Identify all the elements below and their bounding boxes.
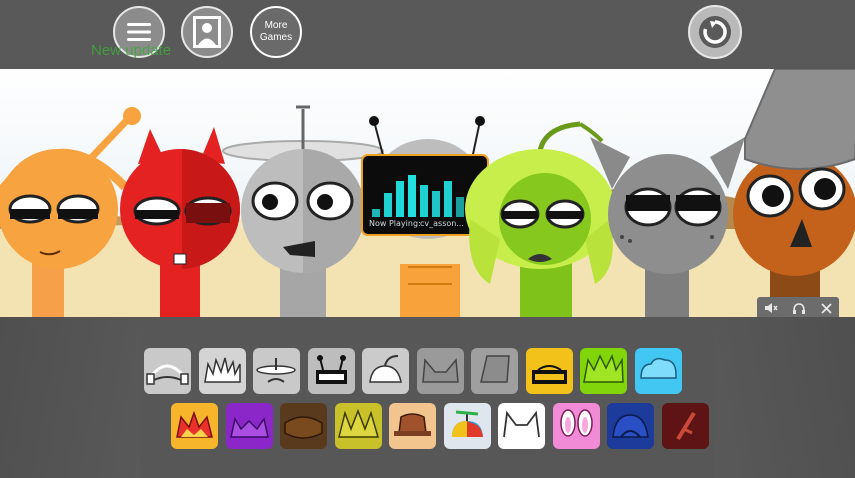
propeller-hat-icon [452, 410, 483, 437]
bunny-ears-icon [560, 409, 593, 437]
brown-hair-icon [284, 416, 323, 439]
sound-tile-yellow[interactable] [526, 348, 573, 394]
game-screen: { "header": { "more_games_line1": "More"… [0, 0, 855, 478]
sound-tile-gray-headphones[interactable] [144, 348, 191, 394]
sound-tile-orange-crown[interactable] [171, 403, 218, 449]
headphones-silhouette-icon [146, 364, 189, 385]
cloud-hat-icon [640, 357, 677, 379]
reset-icon [699, 16, 731, 48]
more-games-label-line1: More [264, 20, 288, 31]
hamburger-menu-icon [127, 23, 151, 41]
yellow-antenna-icon [532, 365, 567, 384]
olive-spiky-icon [338, 408, 379, 438]
more-games-label-line2: Games [259, 32, 293, 43]
reset-button[interactable] [688, 5, 742, 59]
tray-shade-right [715, 317, 855, 478]
spiky-hair-icon [204, 357, 241, 383]
portrait-icon [193, 16, 221, 48]
antenna-icon [316, 355, 347, 384]
purple-horns-icon [230, 417, 269, 438]
leaf-hair-icon [583, 353, 624, 383]
sound-tile-gray-cat-ears[interactable] [417, 348, 464, 394]
crown-icon [176, 410, 213, 438]
sound-tile-gray-halo[interactable] [253, 348, 300, 394]
sound-tile-brown-hair[interactable] [280, 403, 327, 449]
sprout-icon [369, 355, 402, 383]
stage-art: Now Playing: cv_asson... [0, 69, 855, 317]
more-games-button[interactable]: More Games [250, 6, 302, 58]
audio-controls [757, 297, 839, 319]
sound-tile-pink-bunny[interactable] [553, 403, 600, 449]
sound-tile-gray-antenna[interactable] [308, 348, 355, 394]
sound-tile-sky-blue[interactable] [635, 348, 682, 394]
sound-tile-maroon-stick[interactable] [662, 403, 709, 449]
new-update-notice[interactable]: New update [91, 42, 171, 59]
sound-tile-white-cat[interactable] [498, 403, 545, 449]
sound-tile-gray-sprout[interactable] [362, 348, 409, 394]
cat-ears-icon [422, 358, 459, 383]
bucket-icon [480, 355, 510, 383]
now-playing-label: Now Playing: [369, 219, 421, 228]
tray-shade-left [0, 317, 140, 478]
sound-tile-gray-bucket[interactable] [471, 348, 518, 394]
halo-icon [256, 358, 296, 383]
sound-tile-propeller-hat[interactable] [444, 403, 491, 449]
stick-icon [676, 411, 696, 441]
sound-tile-tan-hat[interactable] [389, 403, 436, 449]
character-stage: Now Playing: cv_asson... [0, 69, 855, 317]
mute-icon[interactable] [764, 302, 778, 314]
sound-tile-purple-horns[interactable] [226, 403, 273, 449]
close-icon[interactable] [821, 302, 832, 314]
headphones-icon[interactable] [792, 302, 806, 315]
tan-hat-icon [394, 413, 431, 436]
avatar-button[interactable] [181, 6, 233, 58]
sound-tile-lime[interactable] [580, 348, 627, 394]
now-playing-track: cv_asson... [420, 219, 464, 228]
sound-tile-olive-spiky[interactable] [335, 403, 382, 449]
white-cat-ears-icon [503, 410, 540, 438]
sound-tile-navy-hood[interactable] [607, 403, 654, 449]
sound-tile-gray-spiky[interactable] [199, 348, 246, 394]
navy-hood-icon [612, 414, 649, 438]
